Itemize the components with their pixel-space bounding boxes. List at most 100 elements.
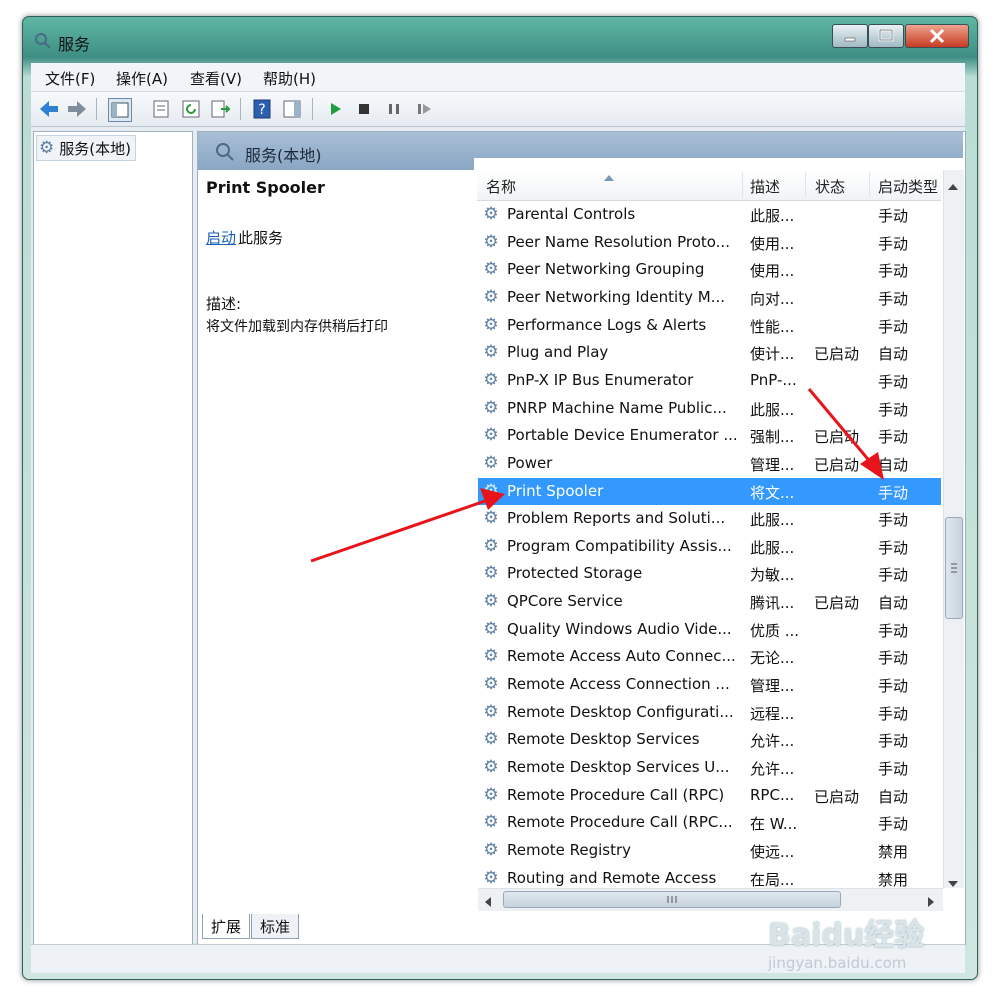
window-title: 服务 bbox=[58, 35, 91, 54]
service-row[interactable]: ⚙ Plug and Play 使计... 已启动 自动 bbox=[478, 339, 941, 366]
service-startup-type: 禁用 bbox=[878, 842, 909, 861]
back-arrow-icon[interactable] bbox=[38, 98, 60, 120]
service-row[interactable]: ⚙ Remote Desktop Services 允许... 手动 bbox=[478, 726, 941, 753]
service-startup-type: 自动 bbox=[878, 455, 909, 474]
service-row[interactable]: ⚙ Remote Access Connection ... 管理... 手动 bbox=[478, 671, 941, 698]
gear-icon: ⚙ bbox=[483, 757, 499, 777]
service-startup-type: 手动 bbox=[878, 704, 909, 723]
selected-service-name: Print Spooler bbox=[206, 178, 325, 197]
gear-icon: ⚙ bbox=[483, 563, 499, 584]
close-button[interactable] bbox=[905, 24, 969, 48]
tree-item-services-local[interactable]: ⚙ 服务(本地) bbox=[36, 135, 136, 161]
service-startup-type: 手动 bbox=[878, 677, 909, 696]
gear-icon: ⚙ bbox=[483, 452, 499, 473]
gear-icon: ⚙ bbox=[483, 425, 499, 446]
service-row[interactable]: ⚙ Peer Networking Identity M... 向对... 手动 bbox=[478, 284, 941, 311]
service-name: Remote Procedure Call (RPC... bbox=[507, 813, 733, 832]
service-startup-type: 手动 bbox=[878, 649, 909, 668]
scroll-down-arrow-icon[interactable] bbox=[947, 874, 959, 892]
service-startup-type: 禁用 bbox=[878, 870, 909, 889]
service-row[interactable]: ⚙ PnP-X IP Bus Enumerator PnP-... 手动 bbox=[478, 367, 941, 394]
service-row[interactable]: ⚙ Remote Procedure Call (RPC... 在 W... 手动 bbox=[478, 809, 941, 836]
service-row[interactable]: ⚙ Remote Procedure Call (RPC) RPC... 已启动 自动 bbox=[478, 782, 941, 809]
service-row[interactable]: ⚙ Remote Desktop Services U... 允许... 手动 bbox=[478, 754, 941, 781]
column-divider[interactable] bbox=[742, 172, 743, 198]
show-action-pane-icon[interactable] bbox=[281, 98, 303, 120]
gear-icon: ⚙ bbox=[483, 784, 499, 805]
service-startup-type: 手动 bbox=[878, 262, 909, 281]
services-app-icon bbox=[34, 32, 52, 50]
start-service-icon[interactable] bbox=[324, 98, 346, 120]
service-row[interactable]: ⚙ Remote Desktop Configurati... 远程... 手动 bbox=[478, 699, 941, 726]
service-description: 使用... bbox=[750, 262, 795, 281]
service-row[interactable]: ⚙ Quality Windows Audio Vide... 优质 ... 手动 bbox=[478, 616, 941, 643]
service-description: 此服... bbox=[750, 511, 795, 530]
scroll-up-arrow-icon[interactable] bbox=[947, 177, 959, 195]
title-bar[interactable] bbox=[28, 22, 972, 58]
service-row[interactable]: ⚙ Power 管理... 已启动 自动 bbox=[478, 450, 941, 477]
service-description: 使远... bbox=[750, 842, 795, 861]
service-startup-type: 手动 bbox=[878, 428, 909, 447]
description-label: 描述: bbox=[206, 295, 242, 313]
service-startup-type: 手动 bbox=[878, 566, 909, 585]
service-row[interactable]: ⚙ Peer Name Resolution Proto... 使用... 手动 bbox=[478, 229, 941, 256]
service-description: 远程... bbox=[750, 704, 795, 723]
horizontal-scroll-thumb[interactable] bbox=[503, 891, 841, 908]
forward-arrow-icon[interactable] bbox=[66, 98, 88, 120]
export-list-icon[interactable] bbox=[210, 98, 232, 120]
column-divider[interactable] bbox=[805, 172, 806, 198]
gear-icon: ⚙ bbox=[483, 839, 499, 860]
menu-bar bbox=[31, 63, 965, 92]
menu-view[interactable]: 查看(V) bbox=[190, 68, 242, 89]
gear-icon: ⚙ bbox=[483, 591, 499, 612]
column-divider[interactable] bbox=[869, 172, 870, 198]
tab-standard[interactable]: 标准 bbox=[251, 914, 300, 939]
menu-help[interactable]: 帮助(H) bbox=[263, 68, 316, 89]
stop-service-icon[interactable] bbox=[353, 98, 375, 120]
menu-file[interactable]: 文件(F) bbox=[45, 68, 95, 89]
toolbar-separator bbox=[240, 98, 241, 120]
service-row[interactable]: ⚙ Program Compatibility Assis... 此服... 手动 bbox=[478, 533, 941, 560]
gear-icon: ⚙ bbox=[483, 535, 499, 556]
watermark-logo: Baidu经验 jingyan.baidu.com bbox=[766, 908, 946, 978]
minimize-button[interactable] bbox=[832, 24, 868, 48]
service-row[interactable]: ⚙ Problem Reports and Soluti... 此服... 手动 bbox=[478, 505, 941, 532]
start-service-suffix: 此服务 bbox=[238, 229, 284, 247]
service-row[interactable]: ⚙ QPCore Service 腾讯... 已启动 自动 bbox=[478, 588, 941, 615]
column-header-name[interactable]: 名称 bbox=[486, 176, 516, 197]
restart-service-icon[interactable] bbox=[413, 98, 435, 120]
service-description: 为敏... bbox=[750, 566, 795, 585]
toolbar-separator bbox=[96, 98, 97, 120]
maximize-button[interactable] bbox=[868, 24, 904, 48]
menu-action[interactable]: 操作(A) bbox=[116, 68, 168, 89]
service-status: 已启动 bbox=[814, 594, 860, 613]
service-row[interactable]: ⚙ Remote Access Auto Connec... 无论... 手动 bbox=[478, 643, 941, 670]
pause-service-icon[interactable] bbox=[383, 98, 405, 120]
service-row[interactable]: ⚙ Print Spooler 将文... 手动 bbox=[478, 477, 941, 505]
show-console-tree-icon[interactable] bbox=[108, 98, 132, 122]
service-row[interactable]: ⚙ Portable Device Enumerator ... 强制... 已启动手… bbox=[478, 422, 941, 449]
service-row[interactable]: ⚙ Remote Registry 使远... 禁用 bbox=[478, 837, 941, 864]
service-row[interactable]: ⚙ Peer Networking Grouping 使用... 手动 bbox=[478, 256, 941, 283]
service-row[interactable]: ⚙ Protected Storage 为敏... 手动 bbox=[478, 560, 941, 587]
service-row[interactable]: ⚙ Performance Logs & Alerts 性能... 手动 bbox=[478, 312, 941, 339]
service-name: Print Spooler bbox=[507, 481, 604, 500]
refresh-icon[interactable] bbox=[180, 98, 202, 120]
scroll-left-arrow-icon[interactable] bbox=[484, 894, 492, 912]
column-header-status[interactable]: 状态 bbox=[815, 176, 845, 197]
vertical-scroll-thumb[interactable] bbox=[945, 517, 963, 619]
service-startup-type: 手动 bbox=[878, 538, 909, 557]
properties-icon[interactable] bbox=[150, 98, 172, 120]
column-header-startup-type[interactable]: 启动类型 bbox=[878, 176, 938, 197]
tab-extended[interactable]: 扩展 bbox=[202, 914, 251, 939]
service-name: Remote Access Auto Connec... bbox=[507, 647, 736, 666]
service-row[interactable]: ⚙ Parental Controls 此服... 手动 bbox=[478, 201, 941, 228]
service-row[interactable]: ⚙ PNRP Machine Name Public... 此服... 手动 bbox=[478, 395, 941, 422]
service-startup-type: 手动 bbox=[878, 760, 909, 778]
help-icon[interactable]: ? bbox=[251, 98, 273, 120]
column-header-description[interactable]: 描述 bbox=[750, 176, 780, 197]
pane-title: 服务(本地) bbox=[245, 146, 322, 165]
service-startup-type: 自动 bbox=[878, 345, 909, 364]
svg-text:?: ? bbox=[258, 102, 265, 118]
start-service-link[interactable]: 启动 bbox=[206, 227, 236, 248]
